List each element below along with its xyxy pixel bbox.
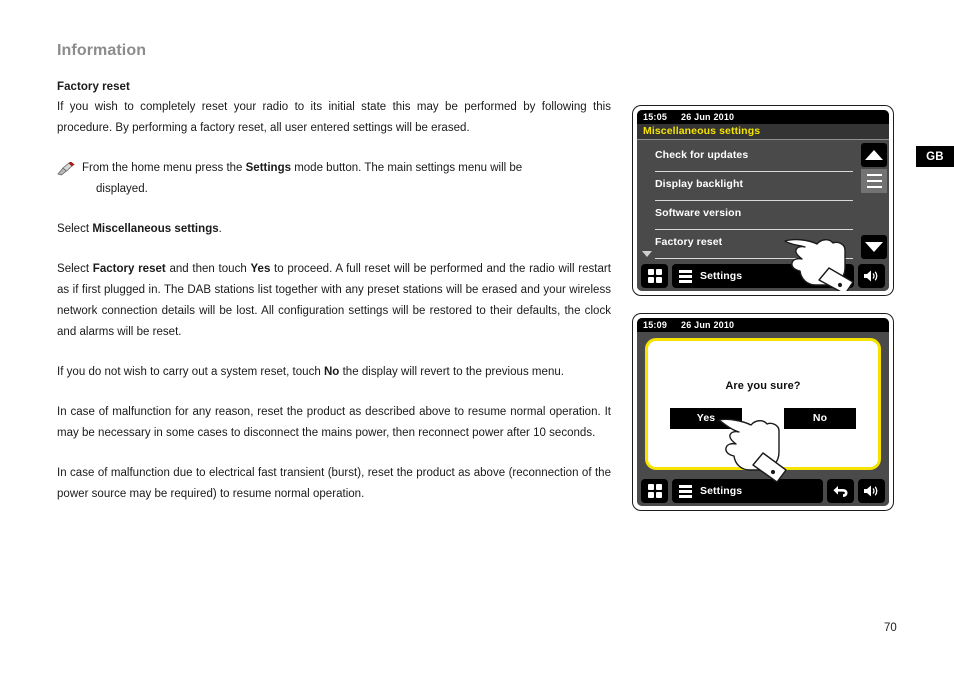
screen-title: Miscellaneous settings (637, 124, 889, 140)
volume-button[interactable] (858, 264, 885, 288)
bottom-toolbar: Settings (637, 261, 889, 291)
page-number: 70 (884, 622, 897, 634)
triangle-down-small-icon (642, 251, 652, 257)
region-badge-gb: GB (916, 146, 954, 167)
hamburger-icon (679, 269, 692, 283)
bottom-toolbar: Settings (637, 476, 889, 506)
no-a: If you do not wish to carry out a system… (57, 366, 324, 378)
no-c: the display will revert to the previous … (339, 366, 564, 378)
select-misc-c: . (218, 223, 222, 235)
menu-item-software-version[interactable]: Software version (655, 201, 853, 230)
screen-settings-menu: 15:05 26 Jun 2010 Miscellaneous settings… (637, 110, 889, 291)
paragraph-factory-reset: Select Factory reset and then touch Yes … (57, 259, 611, 343)
no-emphasis: No (323, 366, 340, 378)
status-bar: 15:09 26 Jun 2010 (637, 318, 889, 332)
paragraph-intro: If you wish to completely reset your rad… (57, 101, 611, 134)
hamburger-icon (679, 484, 692, 498)
scroll-up-button[interactable] (861, 143, 887, 167)
back-arrow-icon (832, 485, 847, 497)
reset-a: Select (57, 263, 93, 275)
menu-list: Check for updates Display backlight Soft… (637, 143, 859, 259)
factory-reset-emphasis: Factory reset (92, 263, 166, 275)
paragraph-burst: In case of malfunction due to electrical… (57, 467, 611, 500)
scroll-thumb-icon[interactable] (861, 169, 887, 193)
status-date: 26 Jun 2010 (681, 112, 735, 122)
bullet-line2: displayed. (96, 183, 148, 195)
menu-item-display-backlight[interactable]: Display backlight (655, 172, 853, 201)
bullet-instruction: From the home menu press the Settings mo… (57, 158, 611, 200)
reset-c: and then touch (165, 263, 251, 275)
scroll-down-button[interactable] (861, 235, 887, 259)
status-bar: 15:05 26 Jun 2010 (637, 110, 889, 124)
grid-menu-button[interactable] (641, 264, 668, 288)
dialog-question: Are you sure? (725, 379, 801, 392)
triangle-up-icon (865, 150, 883, 160)
grid-menu-icon (647, 269, 662, 283)
screen-confirm-dialog: 15:09 26 Jun 2010 Are you sure? Yes No S… (637, 318, 889, 506)
status-time: 15:09 (643, 320, 668, 330)
misc-settings-emphasis: Miscellaneous settings (92, 223, 219, 235)
select-misc-a: Select (57, 223, 93, 235)
bullet-line1-c: mode button. The main settings menu will… (291, 162, 523, 174)
scrollbar[interactable] (859, 143, 889, 259)
menu-item-factory-reset[interactable]: Factory reset (655, 230, 853, 259)
settings-button[interactable]: Settings (672, 264, 854, 288)
bullet-line1-a: From the home menu press the (82, 162, 246, 174)
article-body: Factory reset If you wish to completely … (57, 81, 611, 505)
device-screenshot-settings-menu: 15:05 26 Jun 2010 Miscellaneous settings… (632, 105, 894, 296)
settings-button-label: Settings (700, 270, 743, 282)
dialog-button-row: Yes No (670, 407, 856, 429)
bullet-text: From the home menu press the Settings mo… (82, 158, 611, 200)
status-date: 26 Jun 2010 (681, 320, 735, 330)
yes-button[interactable]: Yes (670, 407, 742, 429)
no-button[interactable]: No (784, 407, 856, 429)
settings-button[interactable]: Settings (672, 479, 823, 503)
back-button[interactable] (827, 479, 854, 503)
triangle-down-icon (865, 242, 883, 252)
bullet-settings-emphasis: Settings (245, 162, 292, 174)
settings-button-label: Settings (700, 485, 743, 497)
status-time: 15:05 (643, 112, 668, 122)
paragraph-no-option: If you do not wish to carry out a system… (57, 362, 611, 383)
device-screenshot-confirm-dialog: 15:09 26 Jun 2010 Are you sure? Yes No S… (632, 313, 894, 511)
paragraph-malfunction: In case of malfunction for any reason, r… (57, 406, 611, 439)
section-heading: Factory reset (57, 81, 130, 93)
grid-menu-button[interactable] (641, 479, 668, 503)
speaker-icon (864, 270, 878, 282)
paragraph-select-misc: Select Miscellaneous settings. (57, 219, 611, 240)
menu-area: Check for updates Display backlight Soft… (637, 143, 889, 259)
grid-menu-icon (647, 484, 662, 498)
confirm-dialog: Are you sure? Yes No (645, 338, 881, 470)
volume-button[interactable] (858, 479, 885, 503)
pen-tool-icon (57, 162, 75, 176)
menu-item-check-for-updates[interactable]: Check for updates (655, 143, 853, 172)
yes-emphasis: Yes (250, 263, 271, 275)
speaker-icon (864, 485, 878, 497)
page-title: Information (57, 42, 147, 59)
